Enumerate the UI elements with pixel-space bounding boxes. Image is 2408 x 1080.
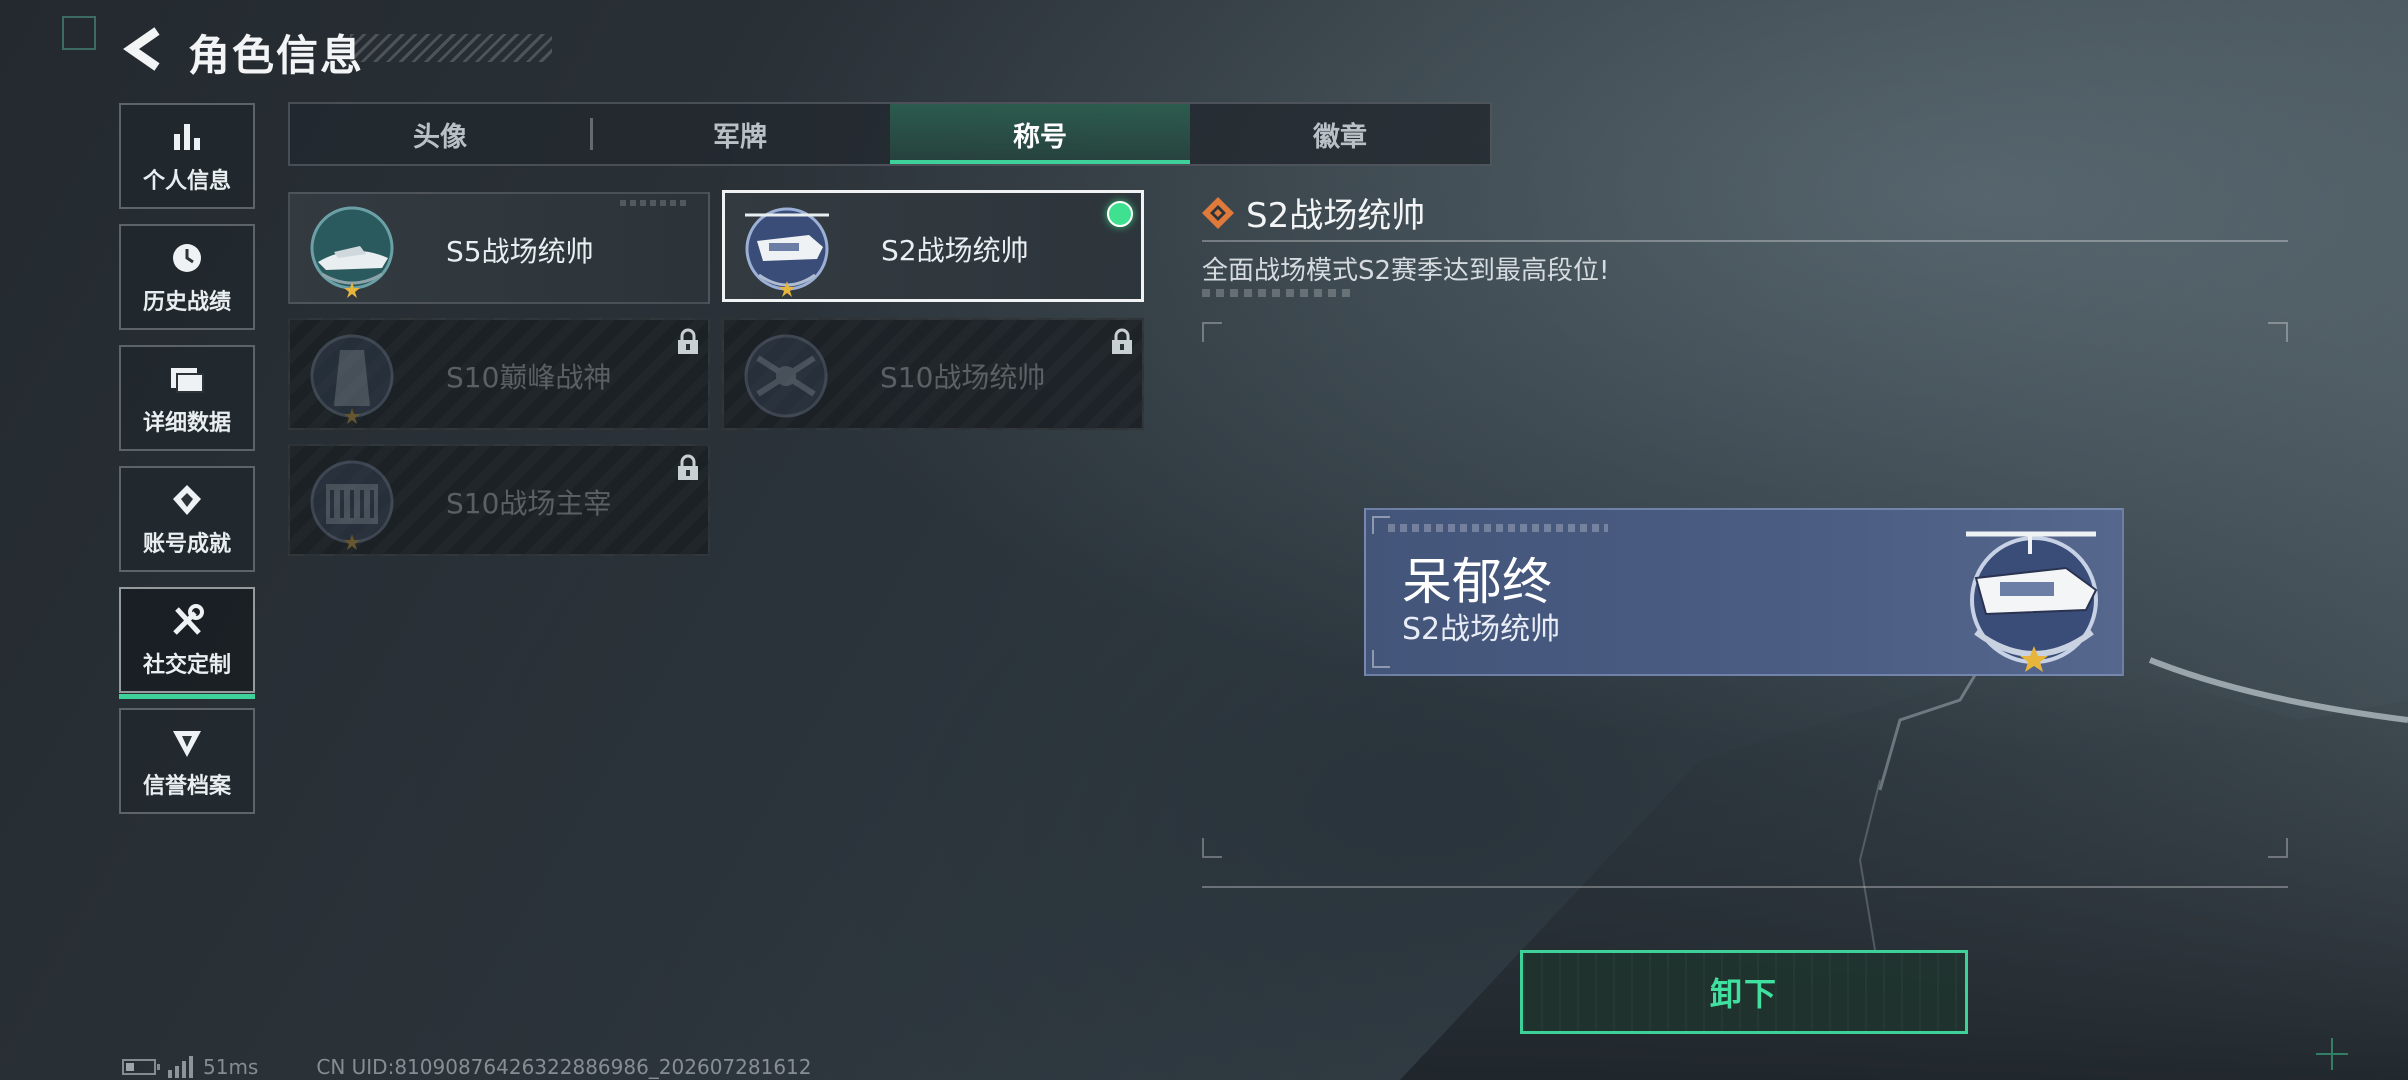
lock-icon	[1112, 328, 1132, 354]
helicopter-emblem-icon	[1966, 531, 2098, 672]
sidebar-item-label: 个人信息	[142, 169, 231, 194]
title-name: S10战场主宰	[446, 487, 612, 520]
drone-emblem-icon	[744, 334, 828, 418]
player-title: S2战场统帅	[1402, 612, 1561, 647]
card-decoration	[620, 200, 690, 206]
helicopter-emblem-icon	[745, 207, 829, 297]
title-decoration	[350, 34, 552, 62]
sidebar-item-personal-info[interactable]: 个人信息	[119, 103, 255, 209]
clock-icon	[167, 238, 207, 278]
title-card-s10-dominator[interactable]: S10战场主宰	[288, 444, 710, 556]
back-button[interactable]	[118, 22, 168, 76]
page-title: 角色信息	[188, 31, 365, 80]
title-name: S5战场统帅	[446, 235, 594, 268]
signal-icon	[168, 1056, 193, 1078]
detail-title: S2战场统帅	[1246, 196, 1426, 236]
colosseum-emblem-icon	[310, 460, 394, 550]
unequip-label: 卸下	[1709, 975, 1778, 1013]
detail-description: 全面战场模式S2赛季达到最高段位!	[1202, 256, 1610, 286]
battery-icon	[122, 1059, 160, 1075]
description-decoration	[1202, 289, 1354, 297]
status-bar: 51ms CN UID:8109087642632288698​6_202607…	[122, 1054, 812, 1080]
sidebar: 个人信息 历史战绩 详细数据 账号成就 社交定制 信誉档案	[119, 103, 257, 829]
credit-icon	[167, 722, 207, 762]
sidebar-item-detail-data[interactable]: 详细数据	[119, 345, 255, 451]
tab-title[interactable]: 称号	[890, 104, 1190, 164]
nameplate-preview: 呆郁终 S2战场统帅	[1364, 508, 2124, 676]
tab-bar: 头像 军牌 称号 徽章	[288, 102, 1492, 166]
tab-badge[interactable]: 徽章	[1190, 104, 1490, 164]
sidebar-item-history[interactable]: 历史战绩	[119, 224, 255, 330]
ping-value: 51ms	[203, 1055, 259, 1079]
sidebar-item-achievements[interactable]: 账号成就	[119, 466, 255, 572]
divider	[1202, 240, 2288, 242]
title-name: S10巅峰战神	[446, 361, 612, 394]
sidebar-item-label: 详细数据	[142, 411, 231, 436]
lock-icon	[678, 454, 698, 480]
lock-icon	[678, 328, 698, 354]
sidebar-item-social-custom[interactable]: 社交定制	[119, 587, 255, 699]
corner-decoration	[62, 16, 96, 50]
tab-dogtag[interactable]: 军牌	[590, 104, 890, 164]
achievement-icon	[167, 480, 207, 520]
sidebar-item-label: 账号成就	[142, 532, 231, 557]
sidebar-item-label: 历史战绩	[142, 290, 231, 315]
sidebar-item-label: 社交定制	[142, 653, 231, 678]
title-card-s10-peak-god[interactable]: S10巅峰战神	[288, 318, 710, 430]
tower-emblem-icon	[310, 334, 394, 424]
unequip-button[interactable]: 卸下	[1520, 950, 1968, 1034]
title-card-s10-commander[interactable]: S10战场统帅	[722, 318, 1144, 430]
diamond-title-icon	[1202, 197, 1234, 229]
tools-icon	[167, 601, 207, 641]
sidebar-item-label: 信誉档案	[142, 774, 231, 799]
back-arrow-icon	[123, 27, 160, 71]
folder-icon	[167, 359, 207, 399]
bar-chart-icon	[167, 117, 207, 157]
divider	[1202, 886, 2288, 888]
title-card-s2-commander[interactable]: S2战场统帅	[722, 190, 1144, 302]
title-name: S10战场统帅	[880, 361, 1046, 394]
title-name: S2战场统帅	[881, 234, 1029, 267]
title-card-s5-commander[interactable]: S5战场统帅	[288, 192, 710, 304]
plus-decoration-icon	[2316, 1038, 2348, 1070]
equipped-indicator	[1107, 201, 1133, 227]
sidebar-item-credit[interactable]: 信誉档案	[119, 708, 255, 814]
boat-emblem-icon	[310, 206, 394, 298]
nameplate-decoration	[1388, 524, 1608, 532]
uid-text: CN UID:8109087642632288698​6_20260728161…	[316, 1055, 812, 1079]
tab-avatar[interactable]: 头像	[290, 104, 590, 164]
